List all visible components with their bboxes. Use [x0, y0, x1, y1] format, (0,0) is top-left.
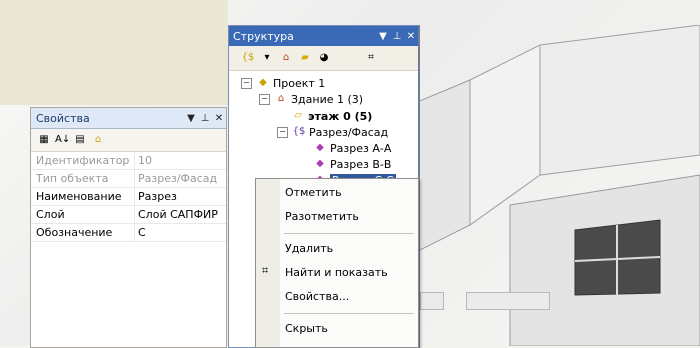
menu-item-hide[interactable]: Скрыть: [285, 320, 328, 338]
model-3d-view[interactable]: [410, 25, 700, 346]
palette-icon[interactable]: ◕: [317, 51, 331, 65]
collapse-icon[interactable]: −: [241, 77, 252, 89]
building-icon: ⌂: [277, 93, 285, 104]
project-icon: ◆: [259, 77, 267, 88]
property-key: Тип объекта: [31, 170, 135, 187]
structure-title: Структура: [233, 29, 294, 43]
home-icon[interactable]: ⌂: [91, 133, 105, 147]
menu-item-find-show[interactable]: Найти и показать: [285, 264, 388, 282]
pin-icon[interactable]: ⊥: [390, 31, 404, 42]
property-pages-icon[interactable]: ▤: [73, 133, 87, 147]
menu-item-properties[interactable]: Свойства...: [285, 288, 349, 306]
tree-label: Здание 1 (3): [291, 92, 364, 106]
collapse-icon[interactable]: −: [277, 126, 288, 138]
tree-node-sections[interactable]: − {$ Разрез/Фасад: [277, 124, 388, 140]
dropdown-icon[interactable]: ▼: [184, 113, 198, 124]
property-row-id[interactable]: Идентификатор 10: [31, 152, 226, 170]
property-key: Обозначение: [31, 224, 135, 241]
property-value: 10: [138, 154, 152, 167]
binoculars-icon: ⌗: [262, 264, 269, 277]
property-key: Слой: [31, 206, 135, 223]
menu-item-delete[interactable]: Удалить: [285, 240, 333, 258]
binoculars-icon[interactable]: ⌗: [364, 51, 378, 65]
section-icon: ◆: [316, 142, 324, 153]
toolbar-combo-1[interactable]: [420, 292, 444, 310]
menu-item-mark[interactable]: Отметить: [285, 184, 342, 202]
properties-toolbar: ▦ A↓ ▤ ⌂: [31, 129, 226, 152]
tree-label: Разрез А-А: [330, 141, 392, 155]
tree-node-building[interactable]: − ⌂ Здание 1 (3): [259, 91, 363, 107]
tree-label: этаж 0 (5): [308, 109, 373, 123]
property-value[interactable]: С: [135, 226, 146, 239]
toolbar-combo-2[interactable]: [466, 292, 550, 310]
property-value[interactable]: Разрез: [135, 190, 177, 203]
property-row-layer[interactable]: Слой Слой САПФИР: [31, 206, 226, 224]
dropdown-arrow-icon[interactable]: ▾: [260, 51, 274, 65]
section-group-icon: {$: [292, 126, 306, 137]
menu-separator: [284, 233, 414, 234]
tree-node-section-b[interactable]: ◆ Разрез В-В: [313, 156, 391, 172]
workspace-background: [0, 0, 228, 105]
property-value: Разрез/Фасад: [138, 172, 218, 185]
properties-panel: Свойства ▼ ⊥ ✕ ▦ A↓ ▤ ⌂ Идентификатор 10…: [30, 107, 227, 348]
dropdown-icon[interactable]: ▼: [376, 31, 390, 42]
menu-item-unmark[interactable]: Разотметить: [285, 208, 359, 226]
collapse-icon[interactable]: −: [259, 93, 270, 105]
menu-separator: [284, 313, 414, 314]
property-key: Идентификатор: [31, 152, 135, 169]
structure-titlebar: Структура ▼ ⊥ ✕: [229, 26, 418, 46]
tree-node-floor[interactable]: ▱ этаж 0 (5): [291, 108, 372, 124]
properties-title: Свойства: [36, 111, 90, 125]
tree-label: Разрез В-В: [330, 157, 392, 171]
context-menu: Отметить Разотметить Удалить ⌗ Найти и п…: [255, 178, 419, 348]
tree-label: Проект 1: [273, 76, 326, 90]
property-row-designation[interactable]: Обозначение С: [31, 224, 226, 242]
hierarchy-icon[interactable]: {$: [241, 51, 255, 65]
pin-icon[interactable]: ⊥: [198, 113, 212, 124]
tree-label: Разрез/Фасад: [309, 125, 389, 139]
tree-node-project[interactable]: − ◆ Проект 1: [241, 75, 325, 91]
close-icon[interactable]: ✕: [404, 31, 418, 42]
sort-az-icon[interactable]: A↓: [55, 133, 70, 147]
close-icon[interactable]: ✕: [212, 113, 226, 124]
building-icon[interactable]: ⌂: [279, 51, 293, 65]
floor-icon: ▱: [294, 110, 302, 121]
property-value[interactable]: Слой САПФИР: [135, 208, 218, 221]
property-key: Наименование: [31, 188, 135, 205]
property-row-type[interactable]: Тип объекта Разрез/Фасад: [31, 170, 226, 188]
properties-titlebar: Свойства ▼ ⊥ ✕: [31, 108, 226, 129]
categorized-icon[interactable]: ▦: [37, 133, 51, 147]
tree-node-section-a[interactable]: ◆ Разрез А-А: [313, 140, 391, 156]
structure-toolbar: {$ ▾ ⌂ ▰ ◕ ⌗: [229, 46, 418, 71]
property-row-name[interactable]: Наименование Разрез: [31, 188, 226, 206]
folder-icon[interactable]: ▰: [298, 51, 312, 65]
menu-icon-gutter: [256, 179, 280, 347]
section-icon: ◆: [316, 158, 324, 169]
